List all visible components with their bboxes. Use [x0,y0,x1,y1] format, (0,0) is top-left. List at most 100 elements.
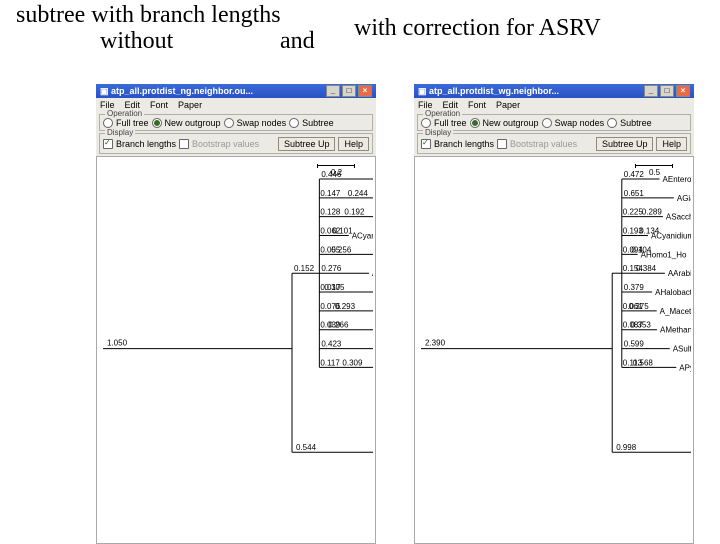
svg-text:0.375: 0.375 [629,302,650,311]
svg-text:0.101: 0.101 [333,227,354,236]
window-title: atp_all.protdist_ng.neighbor.ou... [111,86,253,96]
label-swap-nodes: Swap nodes [555,118,605,128]
header-and: and [280,28,315,55]
window-title: atp_all.protdist_wg.neighbor... [429,86,559,96]
radio-swap-nodes[interactable] [542,118,552,128]
maximize-button[interactable]: □ [660,85,674,97]
svg-text:2.390: 2.390 [425,339,446,348]
menu-paper[interactable]: Paper [178,100,202,110]
svg-text:0.192: 0.192 [344,208,365,217]
svg-text:0.568: 0.568 [633,358,654,367]
svg-text:0.599: 0.599 [624,340,645,349]
svg-text:0.266: 0.266 [328,321,349,330]
tree-canvas: 0.5 2.3900.9980.472AEnterococ0.651AGiard… [414,156,694,544]
menu-font[interactable]: Font [468,100,486,110]
svg-text:0.276: 0.276 [321,264,342,273]
chk-bootstrap[interactable] [179,139,189,149]
subtree-up-button[interactable]: Subtree Up [278,137,336,151]
radio-full-tree[interactable] [421,118,431,128]
svg-text:AMethanoc: AMethanoc [660,326,691,335]
svg-text:0.353: 0.353 [631,321,652,330]
svg-text:0.225: 0.225 [623,208,644,217]
display-group: Display Branch lengths Bootstrap values … [99,133,373,154]
svg-text:0.152: 0.152 [294,264,315,273]
chk-bootstrap[interactable] [497,139,507,149]
operation-group: Operation Full tree New outgroup Swap no… [99,114,373,131]
label-subtree: Subtree [302,118,334,128]
label-new-outgroup: New outgroup [165,118,221,128]
operation-group: Operation Full tree New outgroup Swap no… [417,114,691,131]
minimize-button[interactable]: _ [326,85,340,97]
maximize-button[interactable]: □ [342,85,356,97]
svg-text:0.544: 0.544 [296,443,317,452]
titlebar: ▣ atp_all.protdist_ng.neighbor.ou... _ □… [96,84,376,98]
operation-legend: Operation [423,109,462,118]
svg-text:APyrobacul: APyrobacul [679,363,691,372]
titlebar: ▣ atp_all.protdist_wg.neighbor... _ □ × [414,84,694,98]
radio-subtree[interactable] [607,118,617,128]
svg-text:AGiardia: AGiardia [677,194,691,203]
svg-text:AArabidops: AArabidops [668,269,691,278]
menu-font[interactable]: Font [150,100,168,110]
svg-text:A_Maceti: A_Maceti [660,307,691,316]
radio-full-tree[interactable] [103,118,113,128]
app-icon: ▣ [100,86,109,97]
svg-text:0.446: 0.446 [321,170,342,179]
svg-text:1.050: 1.050 [107,339,128,348]
svg-text:0.289: 0.289 [642,208,663,217]
svg-text:0.305: 0.305 [324,283,345,292]
label-swap-nodes: Swap nodes [237,118,287,128]
svg-text:0.309: 0.309 [342,358,363,367]
svg-text:AHomo1_Ho: AHomo1_Ho [641,250,687,259]
svg-text:AEnterococ: AEnterococ [372,269,373,278]
label-subtree: Subtree [620,118,652,128]
radio-new-outgroup[interactable] [152,118,162,128]
svg-text:0.293: 0.293 [335,302,356,311]
svg-text:ASaccharom: ASaccharom [666,213,691,222]
radio-new-outgroup[interactable] [470,118,480,128]
app-icon: ▣ [418,86,427,97]
svg-text:ACyanidium: ACyanidium [651,232,691,241]
svg-text:0.998: 0.998 [616,443,637,452]
svg-text:0.147: 0.147 [320,189,341,198]
close-button[interactable]: × [676,85,690,97]
svg-text:0.651: 0.651 [624,189,645,198]
display-legend: Display [423,128,453,137]
help-button[interactable]: Help [338,137,369,151]
menu-paper[interactable]: Paper [496,100,520,110]
radio-swap-nodes[interactable] [224,118,234,128]
subtree-up-button[interactable]: Subtree Up [596,137,654,151]
close-button[interactable]: × [358,85,372,97]
chk-branch-lengths[interactable] [103,139,113,149]
svg-text:0.117: 0.117 [320,358,340,367]
svg-text:0.244: 0.244 [348,189,369,198]
label-branch-lengths: Branch lengths [434,139,494,149]
label-branch-lengths: Branch lengths [116,139,176,149]
svg-text:ACyanidium: ACyanidium [352,232,373,241]
header-line1: subtree with branch lengths [16,2,281,29]
svg-text:0.128: 0.128 [320,208,341,217]
svg-text:ASulfolobu: ASulfolobu [673,345,691,354]
label-full-tree: Full tree [434,118,467,128]
left-window: ▣ atp_all.protdist_ng.neighbor.ou... _ □… [96,84,376,544]
chk-branch-lengths[interactable] [421,139,431,149]
svg-text:0.384: 0.384 [636,264,657,273]
header-right: with correction for ASRV [354,15,601,42]
svg-text:AHalobacte: AHalobacte [655,288,691,297]
header-without: without [100,28,173,55]
svg-text:0.423: 0.423 [321,340,342,349]
svg-text:0.472: 0.472 [624,170,645,179]
minimize-button[interactable]: _ [644,85,658,97]
label-full-tree: Full tree [116,118,149,128]
label-new-outgroup: New outgroup [483,118,539,128]
operation-legend: Operation [105,109,144,118]
display-legend: Display [105,128,135,137]
label-bootstrap: Bootstrap values [192,139,259,149]
svg-text:0.256: 0.256 [331,245,352,254]
svg-text:AEnterococ: AEnterococ [663,175,691,184]
label-bootstrap: Bootstrap values [510,139,577,149]
tree-canvas: 0.2 1.0500.1520.5440.446AGiardia0.1470.2… [96,156,376,544]
help-button[interactable]: Help [656,137,687,151]
tree-svg: 1.0500.1520.5440.446AGiardia0.1470.244AS… [97,157,373,541]
radio-subtree[interactable] [289,118,299,128]
